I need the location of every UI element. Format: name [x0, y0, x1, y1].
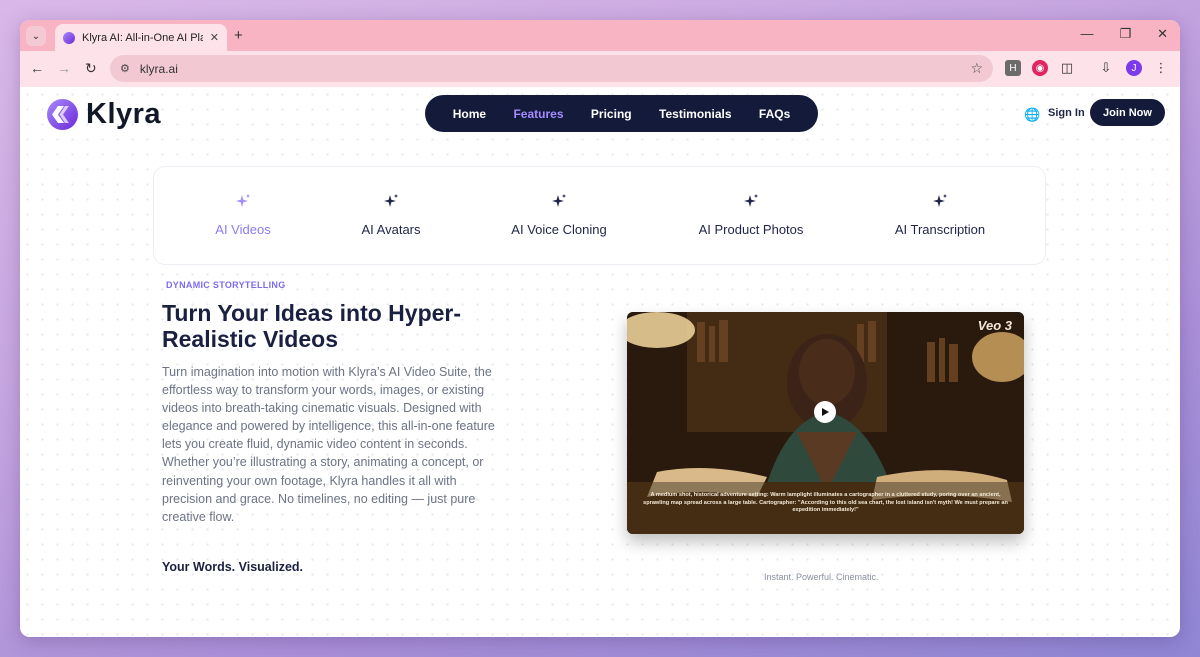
section-tagline: Your Words. Visualized. [162, 560, 304, 574]
sparkle-icon [552, 194, 566, 207]
close-window-icon[interactable]: ✕ [1157, 26, 1168, 42]
restore-icon[interactable]: ❐ [1119, 26, 1131, 42]
play-icon[interactable] [814, 401, 836, 423]
tab-label: AI Product Photos [698, 222, 804, 237]
tab-ai-product-photos[interactable]: AI Product Photos [687, 167, 815, 266]
nav-features[interactable]: Features [513, 107, 563, 121]
bookmark-star-icon[interactable]: ☆ [970, 60, 983, 77]
klyra-favicon-icon [63, 31, 75, 44]
menu-kebab-icon[interactable]: ⋮ [1153, 60, 1169, 76]
forward-icon[interactable]: → [57, 60, 71, 76]
extensions-puzzle-icon[interactable]: ◫ [1059, 60, 1075, 76]
extension-shield-icon[interactable]: ◉ [1032, 60, 1048, 76]
video-caption: A medium shot, historical adventure sett… [643, 492, 1008, 513]
section-description: Turn imagination into motion with Klyra’… [162, 365, 495, 524]
tab-title: Klyra AI: All-in-One AI Platform [82, 31, 203, 44]
tab-close-icon[interactable]: ✕ [210, 31, 219, 44]
tab-label: AI Transcription [894, 222, 986, 237]
sign-in-link[interactable]: Sign In [1048, 107, 1085, 119]
nav-pricing[interactable]: Pricing [591, 107, 632, 121]
tab-ai-voice-cloning[interactable]: AI Voice Cloning [500, 167, 618, 266]
tab-label: AI Avatars [361, 222, 421, 237]
tab-ai-transcription[interactable]: AI Transcription [884, 167, 996, 266]
sparkle-icon [236, 194, 250, 207]
site-logo[interactable]: Klyra [47, 98, 161, 131]
sparkle-icon [933, 194, 947, 207]
new-tab-icon[interactable]: + [234, 27, 243, 44]
tab-ai-avatars[interactable]: AI Avatars [352, 167, 430, 266]
url-text: klyra.ai [139, 61, 178, 76]
join-now-button[interactable]: Join Now [1090, 99, 1165, 126]
klyra-logo-icon [47, 99, 78, 130]
sparkle-icon [384, 194, 398, 207]
address-bar[interactable]: ⚙ klyra.ai ☆ [110, 55, 993, 82]
tab-search-icon[interactable]: ⌄ [26, 26, 46, 46]
window-controls: — ❐ ✕ [1080, 26, 1168, 42]
section-headline: Turn Your Ideas into Hyper-Realistic Vid… [162, 300, 462, 352]
main-navigation: Home Features Pricing Testimonials FAQs [425, 95, 818, 132]
sparkle-icon [744, 194, 758, 207]
tab-ai-videos[interactable]: AI Videos [204, 167, 282, 266]
veo-badge: Veo 3 [977, 318, 1012, 333]
download-icon[interactable]: ⇩ [1098, 60, 1114, 76]
nav-testimonials[interactable]: Testimonials [659, 107, 731, 121]
reload-icon[interactable]: ↻ [85, 60, 97, 77]
extension-h-icon[interactable]: H [1005, 60, 1021, 76]
browser-window: ⌄ Klyra AI: All-in-One AI Platform ✕ + —… [20, 20, 1180, 637]
tab-label: AI Voice Cloning [511, 222, 607, 237]
language-globe-icon[interactable]: 🌐 [1024, 107, 1040, 123]
tab-strip: ⌄ Klyra AI: All-in-One AI Platform ✕ + —… [20, 20, 1180, 51]
tab-label: AI Videos [215, 222, 271, 237]
feature-tabs: AI Videos AI Avatars AI Voice Cloning AI… [153, 166, 1046, 265]
minimize-icon[interactable]: — [1080, 26, 1093, 42]
web-page: Klyra Home Features Pricing Testimonials… [20, 87, 1180, 637]
video-subtitle: Instant. Powerful. Cinematic. [764, 572, 879, 582]
back-icon[interactable]: ← [30, 60, 44, 76]
section-eyebrow: DYNAMIC STORYTELLING [166, 280, 286, 290]
demo-video[interactable]: Veo 3 A medium shot, historical adventur… [627, 312, 1024, 534]
nav-faqs[interactable]: FAQs [759, 107, 790, 121]
browser-tab[interactable]: Klyra AI: All-in-One AI Platform ✕ [55, 24, 227, 51]
browser-toolbar: ← → ↻ ⚙ klyra.ai ☆ H ◉ ◫ ⇩ J ⋮ [20, 51, 1180, 87]
site-info-icon[interactable]: ⚙ [120, 62, 130, 75]
brand-name: Klyra [86, 98, 162, 130]
nav-home[interactable]: Home [453, 107, 486, 121]
profile-avatar[interactable]: J [1126, 60, 1142, 76]
